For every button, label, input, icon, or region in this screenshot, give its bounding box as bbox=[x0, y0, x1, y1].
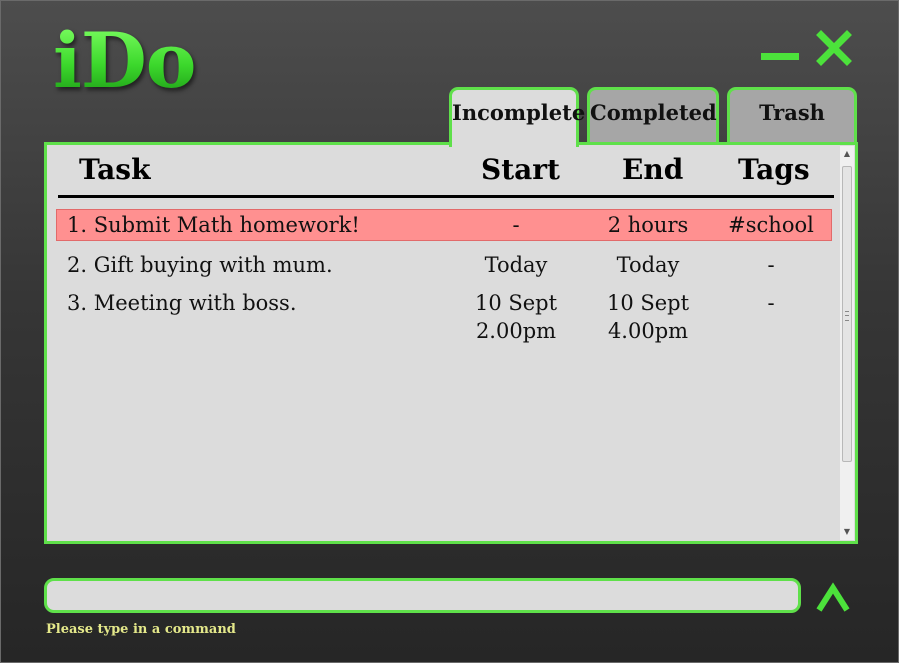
task-end-time: 4.00pm bbox=[607, 319, 689, 343]
table-row[interactable]: 1. Submit Math homework! - 2 hours #scho… bbox=[47, 209, 855, 247]
task-end: Today bbox=[616, 253, 680, 277]
task-end-date: 10 Sept bbox=[606, 291, 690, 315]
task-end: 10 Sept 4.00pm bbox=[584, 289, 712, 345]
scroll-thumb[interactable] bbox=[842, 166, 852, 462]
table-row[interactable]: 3. Meeting with boss. 10 Sept 2.00pm 10 … bbox=[47, 285, 855, 345]
scroll-up-arrow-icon[interactable]: ▲ bbox=[840, 146, 854, 162]
tab-trash[interactable]: Trash bbox=[727, 87, 857, 143]
task-tags: #school bbox=[728, 213, 814, 237]
close-button[interactable] bbox=[813, 29, 853, 69]
header-divider bbox=[58, 195, 834, 198]
app-logo: iDo bbox=[53, 16, 196, 105]
app-window: iDo Incomplete Completed Trash Task Star… bbox=[0, 0, 899, 663]
vertical-scrollbar[interactable]: ▲ ▼ bbox=[840, 146, 854, 540]
close-icon bbox=[816, 30, 852, 66]
tab-completed[interactable]: Completed bbox=[587, 87, 719, 143]
column-header-end: End bbox=[622, 153, 684, 186]
table-header: Task Start End Tags bbox=[47, 153, 855, 191]
scroll-down-arrow-icon[interactable]: ▼ bbox=[840, 524, 854, 540]
tab-incomplete[interactable]: Incomplete bbox=[449, 87, 585, 147]
minimize-button[interactable] bbox=[761, 51, 799, 61]
command-input[interactable] bbox=[44, 578, 801, 613]
task-start: 10 Sept 2.00pm bbox=[452, 289, 580, 345]
task-rows: 1. Submit Math homework! - 2 hours #scho… bbox=[47, 209, 855, 345]
column-header-task: Task bbox=[79, 153, 151, 186]
task-name: 3. Meeting with boss. bbox=[67, 291, 297, 315]
grip-icon bbox=[845, 311, 849, 321]
command-hint: Please type in a command bbox=[46, 622, 236, 637]
task-end: 2 hours bbox=[607, 213, 689, 237]
submit-button[interactable] bbox=[815, 580, 851, 614]
task-name: 2. Gift buying with mum. bbox=[67, 253, 333, 277]
task-start: Today bbox=[484, 253, 548, 277]
column-header-start: Start bbox=[481, 153, 560, 186]
column-header-tags: Tags bbox=[738, 153, 810, 186]
task-start-date: 10 Sept bbox=[474, 291, 558, 315]
task-tags: - bbox=[767, 291, 775, 315]
table-row[interactable]: 2. Gift buying with mum. Today Today - bbox=[47, 247, 855, 285]
task-name: 1. Submit Math homework! bbox=[67, 213, 360, 237]
task-tags: - bbox=[767, 253, 775, 277]
minimize-icon bbox=[761, 53, 799, 60]
chevron-up-icon bbox=[816, 582, 850, 612]
task-start: - bbox=[512, 213, 520, 237]
task-start-time: 2.00pm bbox=[475, 319, 557, 343]
task-list-panel: Task Start End Tags 1. Submit Math homew… bbox=[44, 142, 858, 544]
